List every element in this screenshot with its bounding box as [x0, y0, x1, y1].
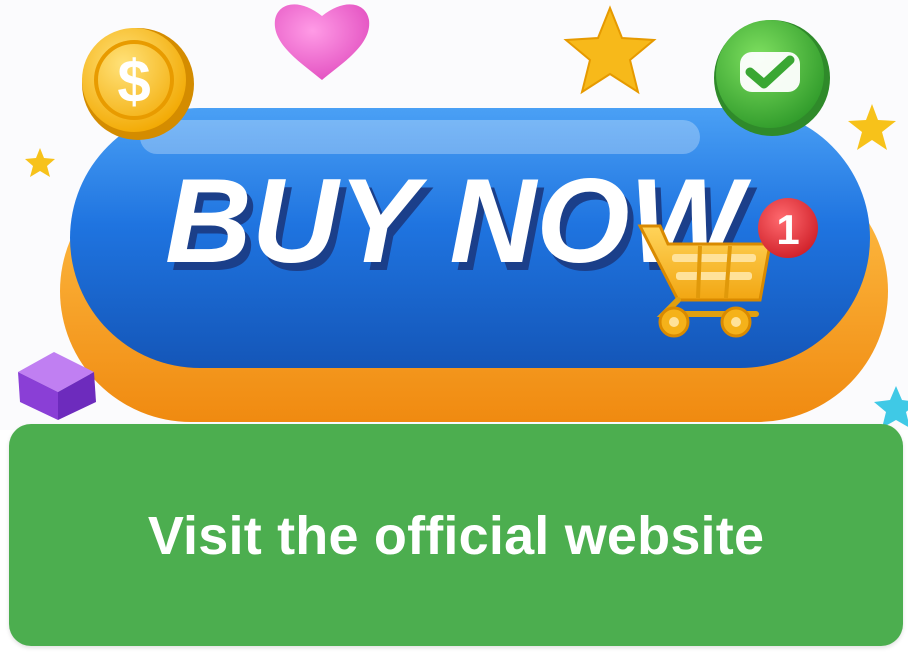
star-teal-icon — [874, 386, 908, 428]
cart-badge: 1 — [758, 198, 818, 258]
star-icon — [563, 5, 657, 95]
visit-website-button[interactable]: Visit the official website — [9, 424, 903, 646]
check-circle-icon — [714, 20, 830, 136]
buy-now-illustration: BUY NOW BUY NOW $ 1 — [18, 4, 908, 428]
star-small-right-icon — [848, 104, 896, 150]
dollar-coin-icon: $ — [82, 28, 194, 140]
star-small-left-icon — [25, 148, 55, 177]
svg-text:$: $ — [117, 48, 150, 115]
visit-website-label: Visit the official website — [147, 506, 765, 566]
buy-now-banner[interactable]: BUY NOW BUY NOW $ 1 — [0, 0, 908, 430]
pill-highlight — [140, 120, 700, 154]
svg-text:1: 1 — [776, 206, 799, 253]
heart-icon — [274, 4, 370, 81]
